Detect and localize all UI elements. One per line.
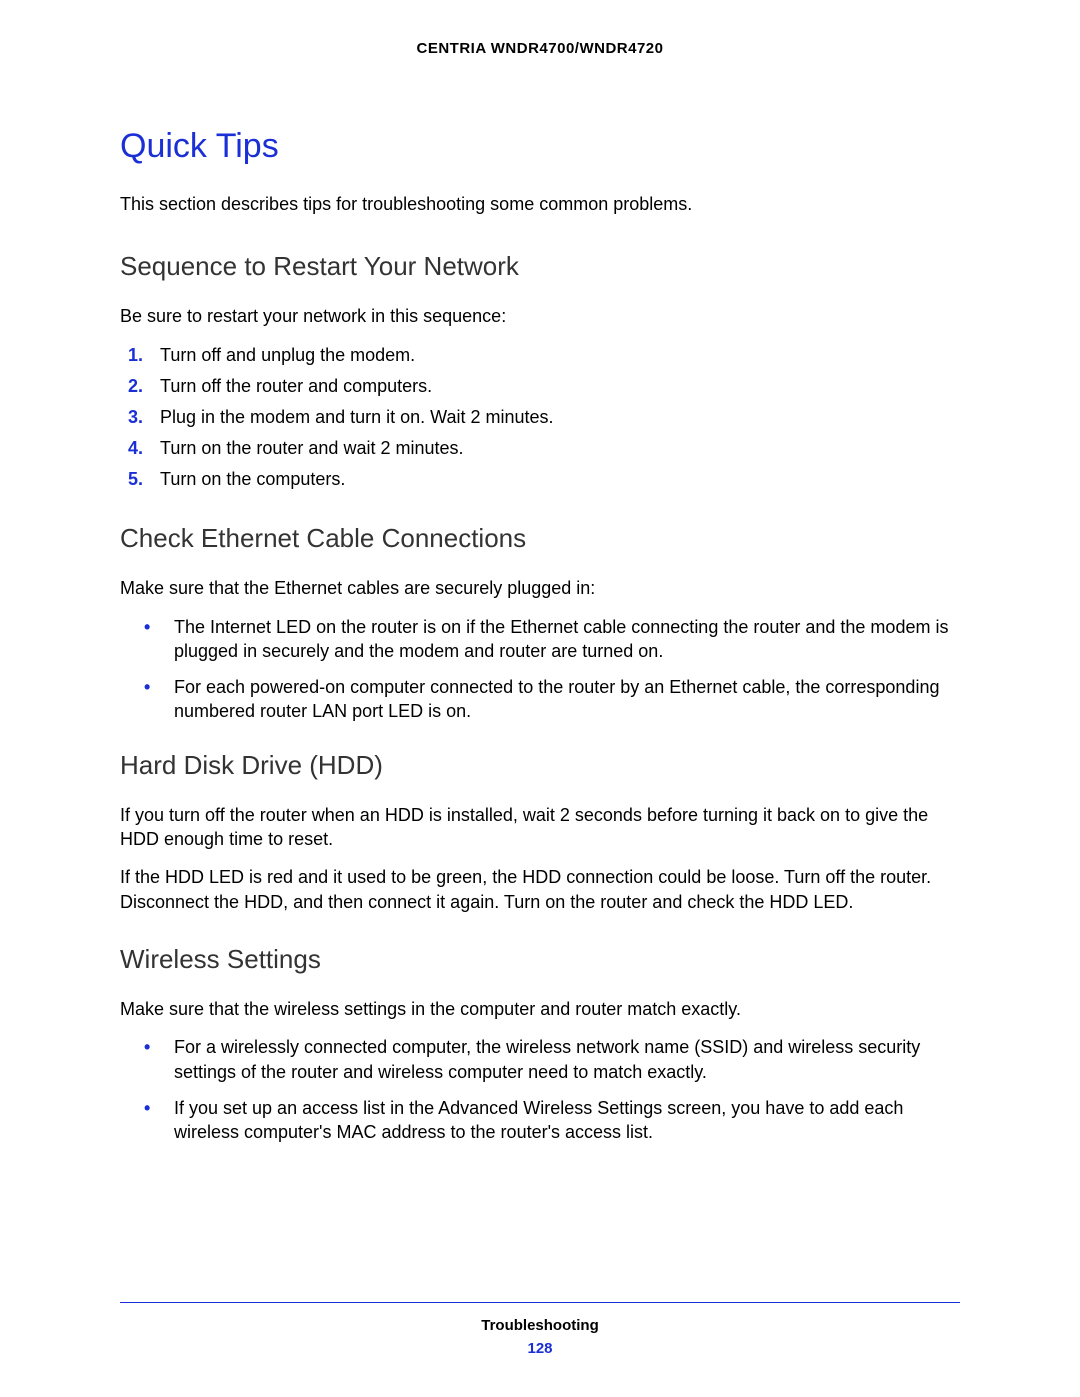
footer-page-number: 128 — [120, 1340, 960, 1357]
list-item: 2. Turn off the router and computers. — [120, 373, 960, 400]
restart-lead: Be sure to restart your network in this … — [120, 304, 960, 328]
hdd-paragraph-1: If you turn off the router when an HDD i… — [120, 803, 960, 852]
heading-wireless: Wireless Settings — [120, 944, 960, 975]
ethernet-list: The Internet LED on the router is on if … — [120, 615, 960, 724]
wireless-list: For a wirelessly connected computer, the… — [120, 1035, 960, 1144]
hdd-paragraph-2: If the HDD LED is red and it used to be … — [120, 865, 960, 914]
list-text: Turn off the router and computers. — [160, 376, 432, 396]
page-title: Quick Tips — [120, 127, 960, 166]
list-number: 2. — [128, 373, 143, 400]
ethernet-lead: Make sure that the Ethernet cables are s… — [120, 576, 960, 600]
list-item: 5. Turn on the computers. — [120, 466, 960, 493]
heading-hdd: Hard Disk Drive (HDD) — [120, 750, 960, 781]
list-item: 1. Turn off and unplug the modem. — [120, 342, 960, 369]
wireless-lead: Make sure that the wireless settings in … — [120, 997, 960, 1021]
list-text: Turn on the router and wait 2 minutes. — [160, 438, 464, 458]
section-restart: Sequence to Restart Your Network Be sure… — [120, 251, 960, 493]
footer-rule — [120, 1302, 960, 1303]
section-ethernet: Check Ethernet Cable Connections Make su… — [120, 523, 960, 723]
list-item: For each powered-on computer connected t… — [120, 675, 960, 724]
heading-restart: Sequence to Restart Your Network — [120, 251, 960, 282]
list-text: For a wirelessly connected computer, the… — [174, 1037, 920, 1081]
list-text: For each powered-on computer connected t… — [174, 677, 939, 721]
list-text: Plug in the modem and turn it on. Wait 2… — [160, 407, 554, 427]
heading-ethernet: Check Ethernet Cable Connections — [120, 523, 960, 554]
document-page: CENTRIA WNDR4700/WNDR4720 Quick Tips Thi… — [0, 0, 1080, 1397]
list-item: 3. Plug in the modem and turn it on. Wait… — [120, 404, 960, 431]
section-hdd: Hard Disk Drive (HDD) If you turn off th… — [120, 750, 960, 914]
list-text: If you set up an access list in the Adva… — [174, 1098, 903, 1142]
list-text: Turn on the computers. — [160, 469, 345, 489]
list-number: 4. — [128, 435, 143, 462]
list-item: The Internet LED on the router is on if … — [120, 615, 960, 664]
list-item: If you set up an access list in the Adva… — [120, 1096, 960, 1145]
page-header: CENTRIA WNDR4700/WNDR4720 — [120, 40, 960, 57]
list-number: 1. — [128, 342, 143, 369]
list-number: 3. — [128, 404, 143, 431]
list-item: 4. Turn on the router and wait 2 minutes. — [120, 435, 960, 462]
footer-section-name: Troubleshooting — [120, 1317, 960, 1334]
list-text: The Internet LED on the router is on if … — [174, 617, 948, 661]
restart-list: 1. Turn off and unplug the modem. 2. Turn … — [120, 342, 960, 493]
list-text: Turn off and unplug the modem. — [160, 345, 415, 365]
page-footer: Troubleshooting 128 — [120, 1302, 960, 1357]
list-item: For a wirelessly connected computer, the… — [120, 1035, 960, 1084]
intro-text: This section describes tips for troubles… — [120, 194, 960, 215]
list-number: 5. — [128, 466, 143, 493]
section-wireless: Wireless Settings Make sure that the wir… — [120, 944, 960, 1144]
